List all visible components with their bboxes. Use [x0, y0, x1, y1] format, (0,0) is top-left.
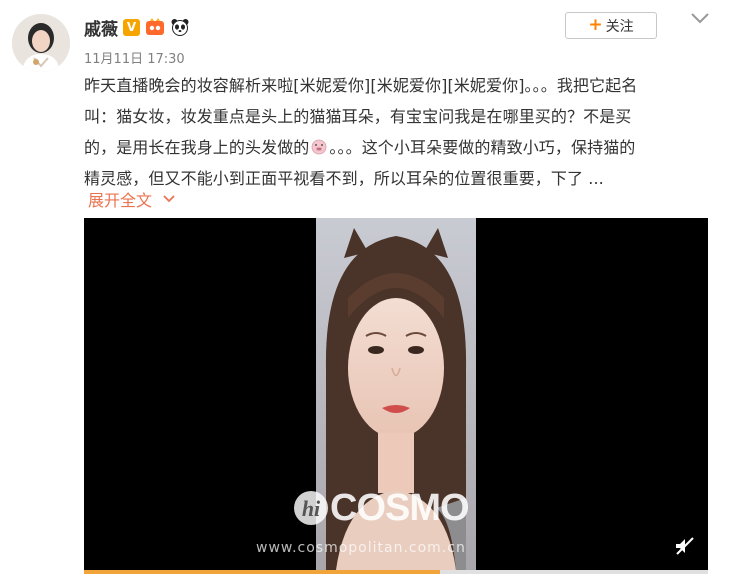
watermark-logo: hi COSMO	[292, 486, 470, 530]
post-text-line: 精灵感，但又不能小到正面平视看不到，所以耳朵的位置很重要，下了 ...	[84, 169, 604, 188]
video-progress-fill	[84, 570, 440, 574]
watermark-url: www.cosmopolitan.com.cn	[256, 540, 466, 556]
watermark-hi-icon: hi	[294, 491, 328, 525]
panda-icon	[171, 19, 189, 36]
expand-label: 展开全文	[88, 191, 153, 210]
post-text-segment: 的，是用长在我身上的头发做的	[84, 138, 310, 157]
verified-badge-icon: V	[123, 18, 140, 36]
video-progress-bar[interactable]	[84, 570, 708, 574]
video-player[interactable]: hi COSMO www.cosmopolitan.com.cn	[84, 218, 708, 570]
mute-icon[interactable]	[674, 536, 696, 556]
avatar[interactable]	[12, 14, 70, 72]
watermark-prefix: hi	[302, 496, 321, 521]
follow-label: 关注	[605, 18, 634, 35]
post-timestamp[interactable]: 11月11日 17:30	[84, 48, 185, 67]
watermark-logo-text: COSMO	[330, 486, 470, 529]
chevron-down-icon[interactable]	[689, 10, 711, 26]
plus-icon: +	[588, 15, 603, 35]
post-text-line-3: 的，是用长在我身上的头发做的 。。。这个小耳朵要做的精致小巧，保持猫的	[84, 132, 704, 163]
post-text: 昨天直播晚会的妆容解析来啦[米妮爱你][米妮爱你][米妮爱你]。。。我把它起名 …	[84, 70, 704, 194]
username[interactable]: 戚薇	[84, 15, 118, 40]
chevron-down-icon	[163, 195, 175, 203]
post-text-segment: 。。。这个小耳朵要做的精致小巧，保持猫的	[329, 138, 636, 157]
follow-button[interactable]: + 关注	[565, 12, 657, 39]
avatar-image	[12, 14, 70, 72]
expand-full-text-link[interactable]: 展开全文	[88, 187, 176, 211]
author-row: 戚薇 V	[84, 14, 190, 40]
pig-emoji-icon	[312, 139, 327, 155]
post-text-line: 叫：猫女妆，妆发重点是头上的猫猫耳朵，有宝宝问我是在哪里买的？不是买	[84, 107, 632, 126]
vip-badge-icon	[146, 18, 164, 35]
post-text-line: 昨天直播晚会的妆容解析来啦[米妮爱你][米妮爱你][米妮爱你]。。。我把它起名	[84, 76, 638, 95]
